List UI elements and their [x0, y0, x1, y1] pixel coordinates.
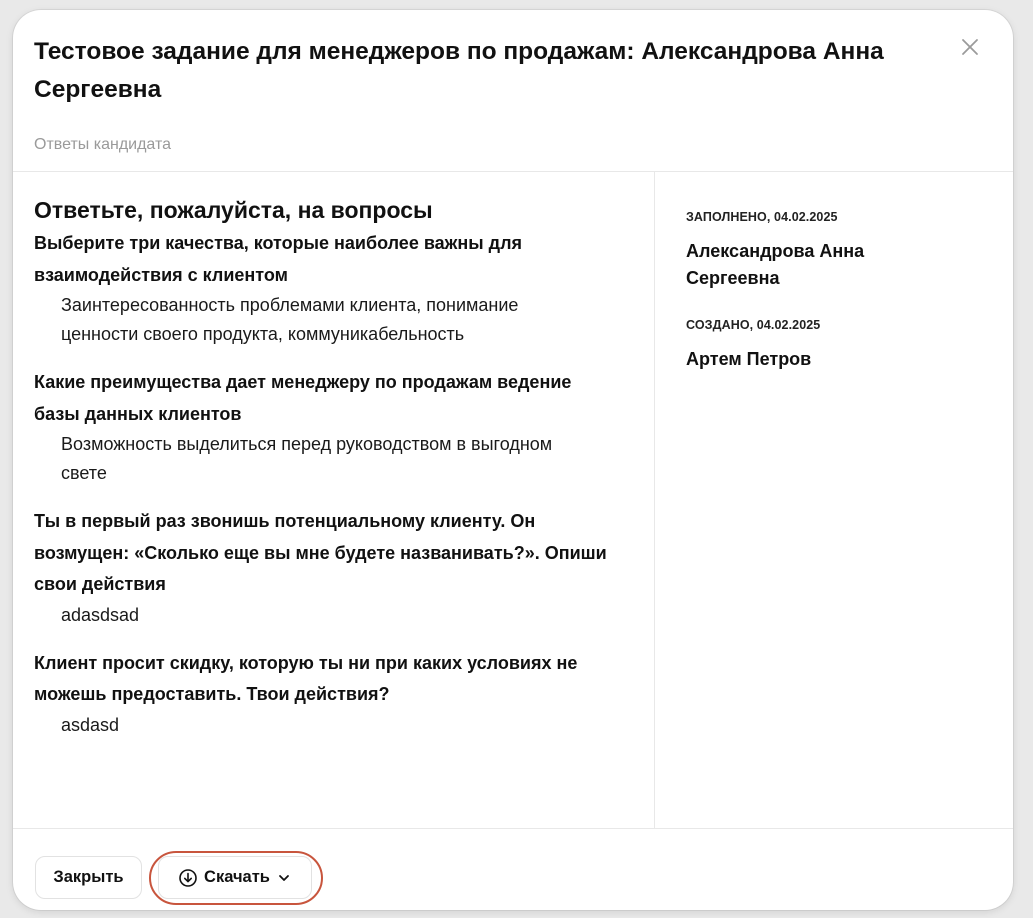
- answer-text: Возможность выделиться перед руководство…: [61, 434, 553, 483]
- question-text: Выберите три качества, которые наиболее …: [34, 233, 523, 285]
- qa-item: Какие преимущества дает менеджеру по про…: [34, 367, 632, 488]
- answer-text: Заинтересованность проблемами клиента, п…: [61, 295, 519, 344]
- modal-header: Тестовое задание для менеджеров по прода…: [13, 10, 1013, 172]
- close-button[interactable]: Закрыть: [35, 856, 142, 899]
- created-info: СОЗДАНО, 04.02.2025 Артем Петров: [686, 316, 993, 373]
- download-label: Скачать: [204, 868, 270, 886]
- filled-label: ЗАПОЛНЕНО, 04.02.2025: [686, 210, 838, 224]
- modal-subtitle: Ответы кандидата: [34, 136, 172, 153]
- qa-item: Ты в первый раз звонишь потенциальному к…: [34, 506, 632, 630]
- candidate-answers-modal: Тестовое задание для менеджеров по прода…: [13, 10, 1013, 910]
- answer-text: adasdsad: [61, 604, 140, 625]
- close-modal-button[interactable]: [959, 36, 981, 58]
- answer-text: asdasd: [61, 714, 120, 735]
- section-heading: Ответьте, пожалуйста, на вопросы: [34, 197, 433, 223]
- download-icon: [178, 868, 198, 888]
- meta-panel: ЗАПОЛНЕНО, 04.02.2025 Александрова Анна …: [656, 172, 1013, 373]
- filled-info: ЗАПОЛНЕНО, 04.02.2025 Александрова Анна …: [686, 208, 993, 292]
- modal-title: Тестовое задание для менеджеров по прода…: [34, 38, 884, 103]
- question-text: Ты в первый раз звонишь потенциальному к…: [34, 511, 607, 594]
- chevron-down-icon: [276, 870, 292, 886]
- qa-item: Клиент просит скидку, которую ты ни при …: [34, 648, 632, 740]
- answers-panel: Ответьте, пожалуйста, на вопросы Выберит…: [13, 172, 655, 829]
- created-label: СОЗДАНО, 04.02.2025: [686, 318, 821, 332]
- question-text: Клиент просит скидку, которую ты ни при …: [34, 652, 578, 705]
- created-by-name: Артем Петров: [686, 349, 812, 369]
- question-text: Какие преимущества дает менеджеру по про…: [34, 372, 572, 424]
- filled-by-name: Александрова Анна Сергеевна: [686, 241, 865, 288]
- modal-body: Ответьте, пожалуйста, на вопросы Выберит…: [13, 172, 1013, 829]
- modal-footer: Закрыть Скачать: [13, 829, 1013, 910]
- close-icon: [962, 39, 978, 55]
- qa-item: Выберите три качества, которые наиболее …: [34, 228, 632, 349]
- download-button[interactable]: Скачать: [158, 856, 312, 899]
